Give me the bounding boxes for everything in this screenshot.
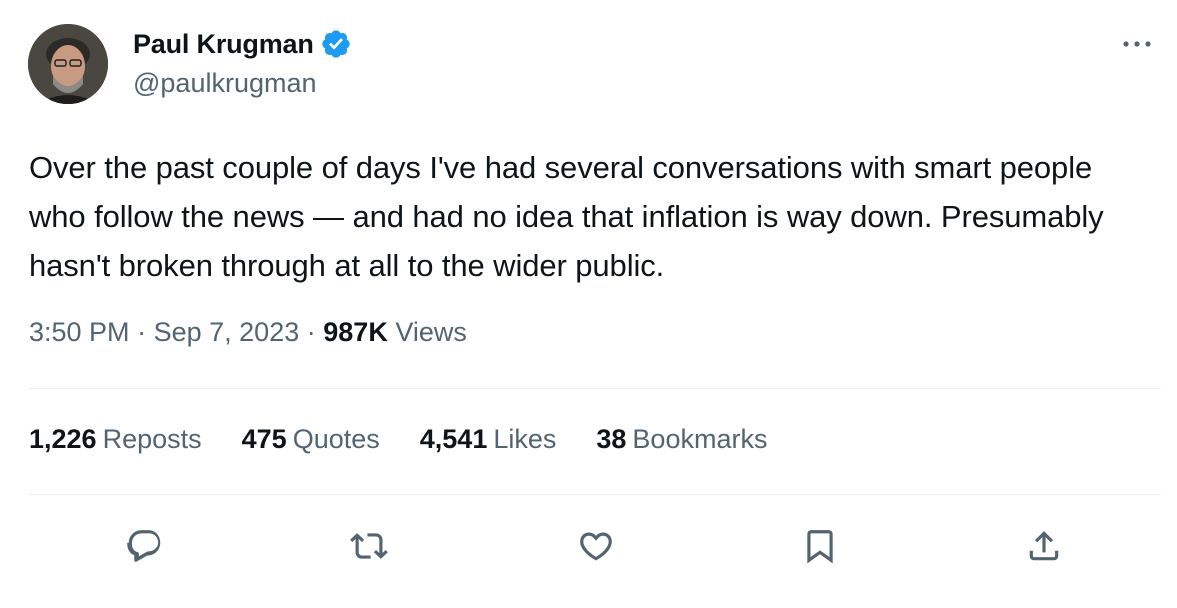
quotes-label: Quotes xyxy=(292,424,380,454)
reposts-count: 1,226 xyxy=(29,424,97,454)
repost-icon xyxy=(350,533,388,559)
bookmark-button[interactable] xyxy=(796,522,844,570)
more-horizontal-icon xyxy=(1123,41,1151,47)
likes-stat[interactable]: 4,541 Likes xyxy=(420,424,557,455)
verified-badge-icon[interactable] xyxy=(320,28,352,60)
engagement-stats: 1,226 Reposts 475 Quotes 4,541 Likes 38 Book… xyxy=(29,424,767,455)
divider xyxy=(29,388,1161,389)
reposts-label: Reposts xyxy=(102,424,202,454)
action-bar xyxy=(0,522,1177,570)
author-display-name[interactable]: Paul Krugman xyxy=(133,29,314,60)
tweet-date[interactable]: Sep 7, 2023 xyxy=(154,317,300,347)
bookmark-icon xyxy=(807,530,833,564)
share-button[interactable] xyxy=(1020,522,1068,570)
views-label: Views xyxy=(395,317,467,347)
meta-separator: · xyxy=(137,317,147,347)
tweet-meta: 3:50 PM · Sep 7, 2023 · 987K Views xyxy=(29,317,467,348)
likes-label: Likes xyxy=(493,424,557,454)
heart-icon xyxy=(580,532,612,561)
reposts-stat[interactable]: 1,226 Reposts xyxy=(29,424,202,455)
tweet-text: Over the past couple of days I've had se… xyxy=(29,150,1104,283)
likes-count: 4,541 xyxy=(419,424,488,454)
bookmarks-count: 38 xyxy=(596,424,627,454)
like-button[interactable] xyxy=(572,522,620,570)
author-name-row: Paul Krugman xyxy=(133,26,352,62)
divider xyxy=(29,494,1161,495)
bookmarks-stat[interactable]: 38 Bookmarks xyxy=(596,424,767,455)
repost-button[interactable] xyxy=(345,522,393,570)
bookmarks-label: Bookmarks xyxy=(632,424,768,454)
quotes-count: 475 xyxy=(241,424,287,454)
reply-button[interactable] xyxy=(121,522,169,570)
reply-icon xyxy=(127,530,161,562)
quotes-stat[interactable]: 475 Quotes xyxy=(242,424,380,455)
views-count: 987K xyxy=(323,317,388,347)
avatar[interactable] xyxy=(28,24,108,104)
author-handle[interactable]: @paulkrugman xyxy=(133,68,317,99)
tweet-time[interactable]: 3:50 PM xyxy=(29,317,130,347)
share-icon xyxy=(1029,531,1059,561)
meta-separator: · xyxy=(306,317,316,347)
more-options-button[interactable] xyxy=(1117,30,1157,58)
